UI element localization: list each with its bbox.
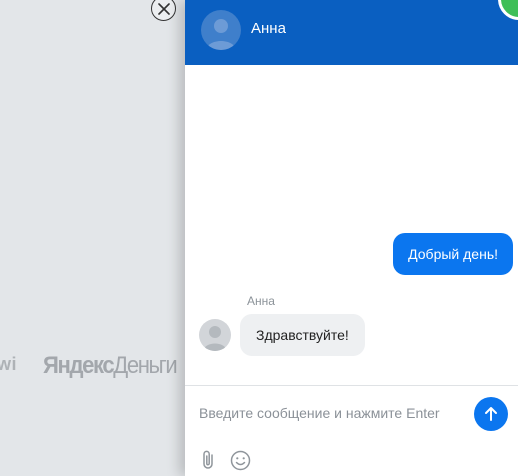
yandex-logo-light: Деньги xyxy=(113,352,177,379)
message-sender-name: Анна xyxy=(247,294,275,308)
paperclip-icon[interactable] xyxy=(199,449,219,471)
chat-header: Анна xyxy=(185,0,518,65)
close-icon xyxy=(157,2,170,15)
contact-avatar xyxy=(201,10,241,50)
yandex-money-logo: ЯндексДеньги xyxy=(43,352,178,380)
chat-widget: Анна Добрый день! Анна Здравствуйте! xyxy=(185,0,518,476)
qiwi-logo: wi xyxy=(0,354,18,374)
send-button[interactable] xyxy=(474,397,508,431)
sender-avatar xyxy=(199,319,231,351)
smiley-icon[interactable] xyxy=(230,450,251,471)
yandex-logo-bold: Яндекс xyxy=(43,352,115,379)
user-silhouette-icon xyxy=(203,326,227,351)
contact-name: Анна xyxy=(251,20,286,37)
message-list: Добрый день! Анна Здравствуйте! xyxy=(185,65,518,385)
message-input[interactable] xyxy=(199,397,469,429)
arrow-up-icon xyxy=(485,407,497,421)
user-silhouette-icon xyxy=(206,19,236,50)
status-indicator xyxy=(498,0,518,20)
composer-divider xyxy=(185,385,518,386)
payment-logos: wi ЯндексДеньги xyxy=(0,352,185,382)
close-button[interactable] xyxy=(151,0,176,21)
incoming-message: Здравствуйте! xyxy=(240,314,365,356)
outgoing-message: Добрый день! xyxy=(393,233,513,275)
